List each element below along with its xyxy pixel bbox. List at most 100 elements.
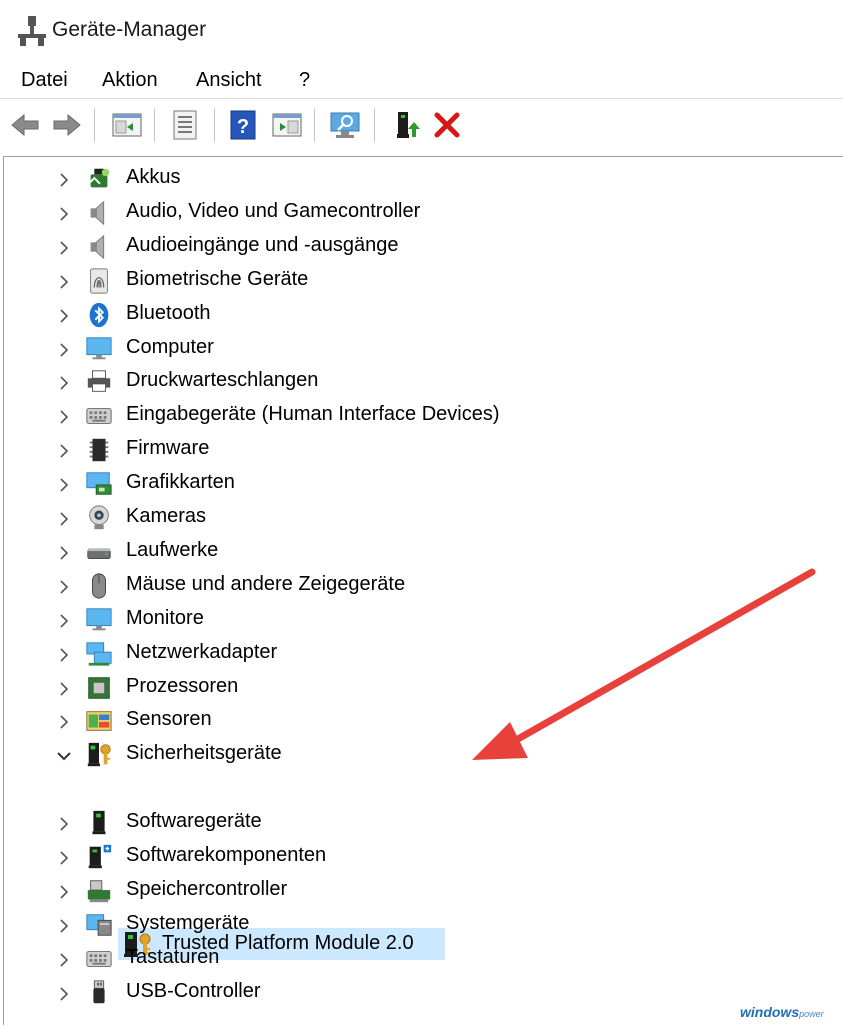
- watermark: windowspower: [740, 1004, 824, 1020]
- tree-row[interactable]: Softwarekomponenten: [4, 840, 704, 874]
- chevron-right-icon[interactable]: [54, 306, 74, 326]
- properties-pane-button[interactable]: [110, 108, 144, 142]
- bluetooth-icon: [89, 302, 109, 327]
- tree-item-label: Eingabegeräte (Human Interface Devices): [126, 403, 500, 426]
- tree-row[interactable]: Tastaturen: [4, 942, 704, 976]
- tree-item-label: Druckwarteschlangen: [126, 369, 319, 392]
- menu-aktion[interactable]: Aktion: [102, 69, 158, 92]
- menu-ansicht[interactable]: Ansicht: [196, 69, 262, 92]
- tree-row[interactable]: Firmware: [4, 433, 704, 467]
- chevron-right-icon[interactable]: [54, 984, 74, 1004]
- device-list-button[interactable]: [168, 108, 202, 142]
- chevron-down-icon[interactable]: [54, 746, 74, 766]
- toolbar-separator: [214, 108, 215, 142]
- tree-item-label: Akkus: [126, 166, 181, 188]
- scan-hardware-button[interactable]: [328, 108, 362, 142]
- help-icon: ?: [230, 110, 256, 140]
- mouse-icon: [92, 573, 106, 599]
- tree-row[interactable]: USB-Controller: [4, 976, 704, 1010]
- chip-icon: [89, 438, 109, 462]
- chevron-right-icon[interactable]: [54, 577, 74, 597]
- chevron-right-icon[interactable]: [54, 679, 74, 699]
- chevron-right-icon[interactable]: [54, 814, 74, 834]
- network-icon: [86, 641, 112, 666]
- properties-pane-icon: [112, 113, 142, 137]
- fingerprint-icon: [90, 268, 108, 294]
- forward-button[interactable]: [50, 108, 84, 142]
- tree-row[interactable]: Softwaregeräte: [4, 806, 704, 840]
- battery-icon: [88, 168, 110, 188]
- chevron-right-icon[interactable]: [54, 645, 74, 665]
- chevron-right-icon[interactable]: [54, 611, 74, 631]
- back-icon: [11, 113, 39, 137]
- processor-icon: [88, 676, 110, 699]
- tree-row[interactable]: Bluetooth: [4, 298, 704, 332]
- device-manager-icon: [18, 16, 46, 46]
- toolbar-separator: [374, 108, 375, 142]
- tree-row[interactable]: Computer: [4, 332, 704, 366]
- tree-row[interactable]: Systemgeräte: [4, 908, 704, 942]
- tree-item-label: Speichercontroller: [126, 877, 288, 900]
- chevron-right-icon[interactable]: [54, 950, 74, 970]
- tree-item-label: Sensoren: [126, 708, 212, 731]
- chevron-right-icon[interactable]: [54, 712, 74, 732]
- tree-item-label: Biometrische Geräte: [126, 267, 309, 290]
- update-driver-button[interactable]: [390, 108, 424, 142]
- forward-icon: [53, 113, 81, 137]
- monitor-icon: [86, 608, 112, 630]
- tree-row[interactable]: Biometrische Geräte: [4, 264, 704, 298]
- storage-controller-icon: [87, 880, 111, 903]
- tree-row[interactable]: Druckwarteschlangen: [4, 365, 704, 399]
- drive-icon: [87, 548, 111, 559]
- menu-help[interactable]: ?: [299, 69, 310, 92]
- chevron-right-icon[interactable]: [54, 475, 74, 495]
- chevron-right-icon[interactable]: [54, 509, 74, 529]
- chevron-right-icon[interactable]: [54, 272, 74, 292]
- tree-row[interactable]: Audio, Video und Gamecontroller: [4, 196, 704, 230]
- chevron-right-icon[interactable]: [54, 170, 74, 190]
- watermark-suffix: power: [799, 1009, 824, 1019]
- toolbar-separator: [94, 108, 95, 142]
- action-pane-icon: [272, 113, 302, 137]
- scan-hardware-icon: [330, 112, 360, 138]
- chevron-right-icon[interactable]: [54, 373, 74, 393]
- chevron-right-icon[interactable]: [54, 916, 74, 936]
- watermark-brand: windows: [740, 1004, 800, 1020]
- uninstall-device-icon: [434, 112, 460, 138]
- tree-item-label: Monitore: [126, 606, 204, 629]
- tree-row[interactable]: Audioeingänge und -ausgänge: [4, 230, 704, 264]
- tree-row[interactable]: Grafikkarten: [4, 467, 704, 501]
- chevron-right-icon[interactable]: [54, 204, 74, 224]
- chevron-right-icon[interactable]: [54, 407, 74, 427]
- keyboard-icon: [86, 408, 112, 425]
- keyboard-icon: [86, 950, 112, 967]
- speaker-icon: [90, 200, 105, 226]
- back-button[interactable]: [8, 108, 42, 142]
- camera-icon: [89, 505, 109, 530]
- tree-item-label: Grafikkarten: [126, 471, 235, 494]
- chevron-right-icon[interactable]: [54, 238, 74, 258]
- security-key-icon: [87, 743, 111, 767]
- action-pane-button[interactable]: [270, 108, 304, 142]
- menu-datei[interactable]: Datei: [21, 69, 68, 92]
- tree-item-label: Laufwerke: [126, 538, 219, 561]
- chevron-right-icon[interactable]: [54, 340, 74, 360]
- menu-bar: Datei Aktion Ansicht ?: [0, 64, 843, 99]
- help-button[interactable]: ?: [226, 108, 260, 142]
- monitor-icon: [86, 336, 112, 359]
- chevron-right-icon[interactable]: [54, 441, 74, 461]
- tree-row[interactable]: Speichercontroller: [4, 874, 704, 908]
- chevron-right-icon[interactable]: [54, 543, 74, 563]
- printer-icon: [87, 370, 111, 393]
- tree-item-label: Systemgeräte: [126, 911, 250, 934]
- svg-text:?: ?: [237, 116, 249, 138]
- display-adapter-icon: [86, 472, 112, 495]
- chevron-right-icon[interactable]: [54, 882, 74, 902]
- software-component-icon: [88, 844, 112, 869]
- tree-row[interactable]: Eingabegeräte (Human Interface Devices): [4, 399, 704, 433]
- chevron-right-icon[interactable]: [54, 848, 74, 868]
- tree-item-label: Firmware: [126, 437, 210, 460]
- tree-row[interactable]: Kameras: [4, 501, 704, 535]
- uninstall-device-button[interactable]: [430, 108, 464, 142]
- tree-row[interactable]: Akkus: [4, 162, 704, 196]
